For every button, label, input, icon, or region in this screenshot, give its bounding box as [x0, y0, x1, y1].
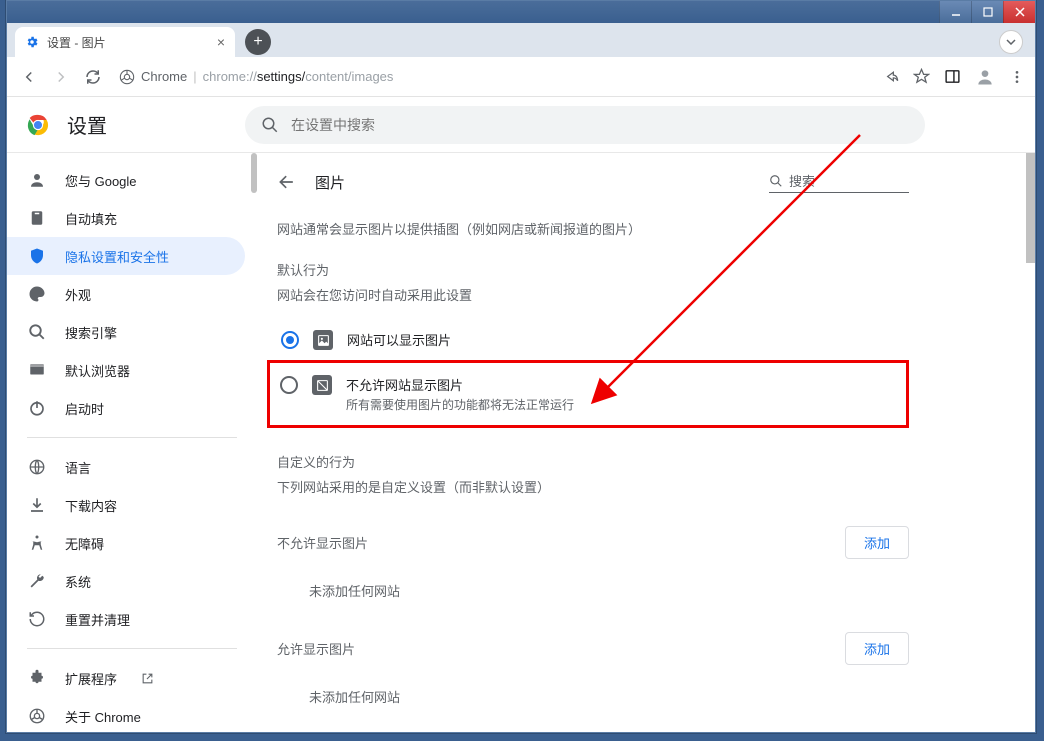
bookmark-icon[interactable]: [913, 68, 930, 85]
chrome-icon: [119, 69, 135, 85]
sidebar-item-languages[interactable]: 语言: [7, 448, 245, 486]
settings-content: 图片 搜索 网站通常会显示图片以提供插图（例如网店或新闻报道的图片） 默认行为 …: [257, 153, 957, 732]
gear-icon: [25, 35, 39, 49]
palette-icon: [27, 284, 47, 304]
allow-list-label: 允许显示图片: [277, 639, 355, 658]
window-close-button[interactable]: [1003, 1, 1035, 23]
page-back-button[interactable]: [277, 172, 297, 192]
download-icon: [27, 495, 47, 515]
window-titlebar: [7, 1, 1035, 23]
sidebar-item-you-and-google[interactable]: 您与 Google: [7, 161, 245, 199]
page-title: 图片: [315, 172, 751, 193]
chrome-logo-icon: [27, 114, 49, 136]
reload-button[interactable]: [81, 65, 105, 89]
sidebar-item-extensions[interactable]: 扩展程序: [7, 659, 245, 697]
search-icon: [27, 322, 47, 342]
settings-search[interactable]: [245, 106, 925, 144]
settings-header: 设置: [7, 97, 1035, 153]
default-behavior-label: 默认行为: [277, 260, 909, 279]
radio-allow-images[interactable]: 网站可以显示图片: [277, 320, 909, 360]
search-icon: [769, 174, 783, 188]
page-search[interactable]: 搜索: [769, 171, 909, 193]
search-icon: [261, 116, 279, 134]
tab-strip: 设置 - 图片 × +: [7, 23, 1035, 57]
sidebar-item-on-startup[interactable]: 启动时: [7, 389, 245, 427]
browser-icon: [27, 360, 47, 380]
window-minimize-button[interactable]: [939, 1, 971, 23]
sidebar-item-system[interactable]: 系统: [7, 562, 245, 600]
sidebar-item-autofill[interactable]: 自动填充: [7, 199, 245, 237]
radio-button[interactable]: [280, 376, 298, 394]
browser-toolbar: Chrome | chrome://settings/content/image…: [7, 57, 1035, 97]
new-tab-button[interactable]: +: [245, 29, 271, 55]
block-list-empty: 未添加任何网站: [277, 571, 909, 620]
default-behavior-sub: 网站会在您访问时自动采用此设置: [277, 285, 909, 304]
globe-icon: [27, 457, 47, 477]
url-scheme: Chrome: [141, 69, 187, 84]
person-icon: [27, 170, 47, 190]
settings-search-input[interactable]: [291, 117, 909, 133]
image-off-icon: [312, 375, 332, 395]
clipboard-icon: [27, 208, 47, 228]
annotation-highlight: 不允许网站显示图片 所有需要使用图片的功能都将无法正常运行: [267, 360, 909, 428]
sidebar-item-downloads[interactable]: 下载内容: [7, 486, 245, 524]
external-link-icon: [141, 672, 154, 685]
sidebar-item-about[interactable]: 关于 Chrome: [7, 697, 245, 732]
sidebar-item-accessibility[interactable]: 无障碍: [7, 524, 245, 562]
sidebar-item-privacy[interactable]: 隐私设置和安全性: [7, 237, 245, 275]
image-icon: [313, 330, 333, 350]
accessibility-icon: [27, 533, 47, 553]
sidebar-item-appearance[interactable]: 外观: [7, 275, 245, 313]
restore-icon: [27, 609, 47, 629]
shield-icon: [27, 246, 47, 266]
sidebar-item-search-engine[interactable]: 搜索引擎: [7, 313, 245, 351]
content-scrollbar[interactable]: [1026, 153, 1035, 263]
profile-icon[interactable]: [975, 67, 995, 87]
wrench-icon: [27, 571, 47, 591]
tab-close-icon[interactable]: ×: [217, 34, 225, 50]
browser-tab[interactable]: 设置 - 图片 ×: [15, 27, 235, 57]
back-button[interactable]: [17, 65, 41, 89]
allow-list-empty: 未添加任何网站: [277, 677, 909, 726]
add-block-site-button[interactable]: 添加: [845, 526, 909, 559]
sidebar-item-reset[interactable]: 重置并清理: [7, 600, 245, 638]
sidebar-item-default-browser[interactable]: 默认浏览器: [7, 351, 245, 389]
settings-sidebar: 您与 Google 自动填充 隐私设置和安全性 外观 搜索引擎 默认浏览器 启动…: [7, 153, 257, 732]
radio-button[interactable]: [281, 331, 299, 349]
block-list-label: 不允许显示图片: [277, 533, 368, 552]
side-panel-icon[interactable]: [944, 68, 961, 85]
address-bar[interactable]: Chrome | chrome://settings/content/image…: [113, 69, 874, 85]
forward-button[interactable]: [49, 65, 73, 89]
radio-block-images[interactable]: 不允许网站显示图片 所有需要使用图片的功能都将无法正常运行: [276, 365, 900, 423]
share-icon[interactable]: [882, 68, 899, 85]
custom-behavior-sub: 下列网站采用的是自定义设置（而非默认设置）: [277, 477, 909, 496]
tab-list-button[interactable]: [999, 30, 1023, 54]
add-allow-site-button[interactable]: 添加: [845, 632, 909, 665]
page-description: 网站通常会显示图片以提供插图（例如网店或新闻报道的图片）: [277, 219, 909, 238]
extension-icon: [27, 668, 47, 688]
tab-title: 设置 - 图片: [47, 34, 209, 51]
custom-behavior-label: 自定义的行为: [277, 452, 909, 471]
chrome-icon: [27, 706, 47, 726]
settings-heading: 设置: [67, 110, 107, 139]
menu-icon[interactable]: [1009, 69, 1025, 85]
window-maximize-button[interactable]: [971, 1, 1003, 23]
power-icon: [27, 398, 47, 418]
